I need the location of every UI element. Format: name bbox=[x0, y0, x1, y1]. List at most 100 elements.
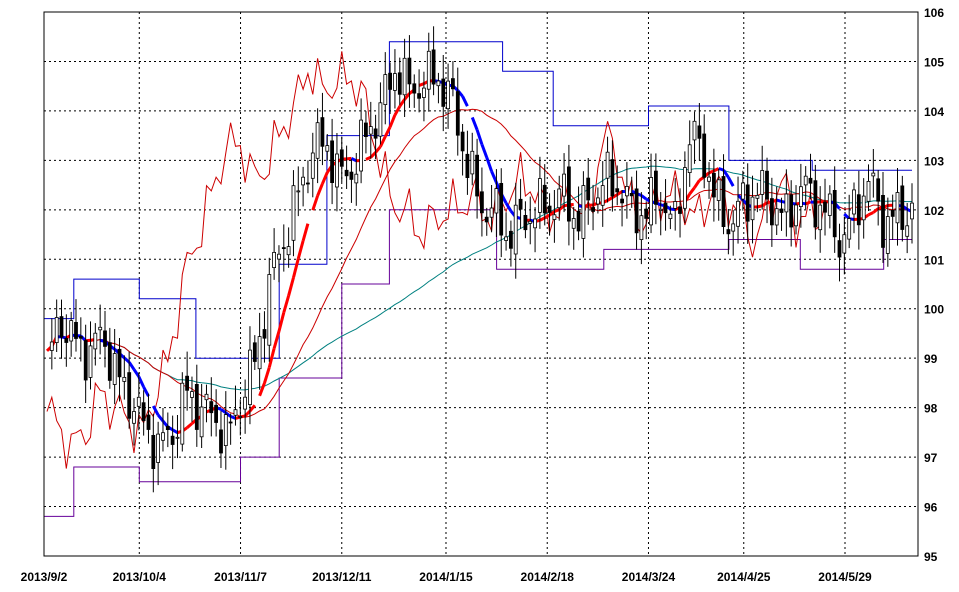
short-ma-rising-segment bbox=[418, 82, 425, 87]
candle-body bbox=[397, 72, 402, 95]
candle-body bbox=[107, 342, 112, 381]
candle-body bbox=[837, 240, 842, 258]
candle-body bbox=[127, 372, 132, 419]
candle-body bbox=[600, 185, 605, 206]
candle-body bbox=[871, 172, 876, 177]
candle-body bbox=[644, 208, 649, 219]
short-ma-falling-segment bbox=[670, 207, 676, 212]
candle-body bbox=[610, 159, 615, 197]
candle-body bbox=[629, 192, 634, 197]
candle-body bbox=[49, 341, 54, 351]
candle-body bbox=[591, 207, 595, 212]
candle-body bbox=[151, 434, 156, 469]
candle-body bbox=[161, 432, 165, 441]
candle-body bbox=[856, 194, 861, 226]
candle-body bbox=[272, 251, 277, 268]
candle-body bbox=[697, 125, 702, 139]
candle-body bbox=[861, 195, 866, 221]
candle-body bbox=[475, 154, 480, 197]
y-tick-label: 98 bbox=[924, 402, 938, 416]
candle-body bbox=[881, 194, 885, 248]
candle-body bbox=[209, 401, 214, 414]
candle-body bbox=[726, 229, 731, 235]
candle-body bbox=[190, 391, 194, 398]
short-ma-falling-segment bbox=[230, 415, 237, 420]
candle-body bbox=[900, 185, 905, 230]
candle-body bbox=[373, 128, 378, 139]
candle-body bbox=[774, 208, 779, 226]
candle-body bbox=[852, 189, 856, 215]
price-chart: 95 96 97 98 99 100 101 102 103 104 105 106 2013/9/2… bbox=[21, 6, 945, 584]
candle-body bbox=[334, 153, 339, 188]
candle-body bbox=[494, 188, 499, 214]
candle-body bbox=[315, 122, 320, 159]
candle-body bbox=[533, 218, 537, 229]
candle-body bbox=[716, 179, 721, 201]
candle-body bbox=[431, 49, 436, 85]
candle-body bbox=[305, 182, 310, 185]
candle-body bbox=[765, 170, 769, 200]
candle-body bbox=[262, 329, 267, 339]
candle-body bbox=[818, 204, 823, 231]
candle-body bbox=[760, 170, 765, 195]
candle-body bbox=[243, 396, 248, 410]
candle-body bbox=[330, 140, 335, 183]
candle-body bbox=[407, 57, 412, 85]
candle-body bbox=[731, 223, 736, 232]
candle-body bbox=[156, 433, 161, 463]
candle-body bbox=[687, 144, 692, 174]
candle-body bbox=[392, 73, 397, 91]
candle-body bbox=[658, 208, 663, 212]
candle-body bbox=[122, 376, 127, 382]
candle-body bbox=[673, 201, 678, 209]
candle-body bbox=[755, 194, 760, 199]
candle-body bbox=[402, 57, 407, 96]
candle-body bbox=[219, 429, 223, 454]
candle-body bbox=[547, 205, 552, 213]
candle-body bbox=[808, 177, 813, 184]
candle-body bbox=[69, 320, 74, 342]
candle-body bbox=[136, 396, 141, 407]
candle-body bbox=[252, 342, 257, 362]
candle-body bbox=[770, 198, 774, 226]
y-tick-label: 95 bbox=[924, 550, 938, 564]
candle-body bbox=[301, 176, 306, 186]
x-axis-ticks: 2013/9/2 2013/10/4 2013/11/7 2013/12/11 2014… bbox=[21, 570, 872, 584]
candle-body bbox=[465, 153, 470, 179]
candle-body bbox=[194, 383, 199, 430]
candle-body bbox=[499, 182, 504, 236]
short-ma-rising-segment bbox=[346, 156, 352, 161]
candle-body bbox=[823, 201, 827, 213]
candle-body bbox=[228, 421, 233, 424]
candle-body bbox=[538, 178, 542, 213]
candle-body bbox=[523, 214, 528, 231]
candle-body bbox=[692, 120, 697, 141]
candle-body bbox=[204, 393, 209, 401]
candle-body bbox=[214, 404, 219, 423]
candle-body bbox=[712, 172, 716, 198]
candle-body bbox=[741, 182, 745, 200]
candle-body bbox=[876, 178, 881, 202]
candle-body bbox=[383, 74, 388, 105]
candle-body bbox=[320, 117, 325, 147]
candle-body bbox=[368, 126, 373, 135]
y-tick-label: 104 bbox=[924, 105, 944, 119]
candle-body bbox=[132, 411, 136, 424]
candle-body bbox=[325, 145, 330, 152]
candle-body bbox=[832, 189, 837, 238]
candle-body bbox=[450, 78, 455, 90]
candle-body bbox=[567, 166, 571, 222]
candle-body bbox=[54, 317, 59, 344]
candle-body bbox=[683, 167, 687, 209]
candle-body bbox=[426, 50, 431, 90]
candle-body bbox=[277, 253, 281, 260]
candle-body bbox=[470, 150, 475, 175]
candle-body bbox=[620, 198, 624, 204]
candle-body bbox=[180, 382, 185, 445]
candle-body bbox=[175, 436, 180, 439]
candle-body bbox=[170, 435, 175, 445]
candle-body bbox=[885, 216, 890, 254]
candle-body bbox=[557, 188, 562, 209]
candle-body bbox=[625, 185, 629, 197]
candle-body bbox=[88, 345, 93, 378]
